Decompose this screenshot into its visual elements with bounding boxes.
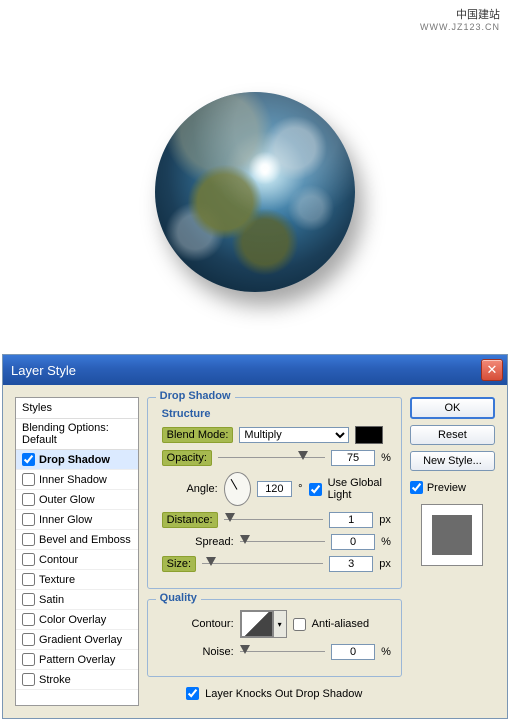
dialog-buttons: OK Reset New Style... Preview — [410, 397, 495, 706]
style-checkbox[interactable] — [22, 673, 35, 686]
anti-aliased-checkbox[interactable] — [293, 618, 306, 631]
style-label: Drop Shadow — [39, 454, 110, 466]
style-row-inner-shadow[interactable]: Inner Shadow — [16, 470, 138, 490]
style-label: Gradient Overlay — [39, 634, 122, 646]
globe-image — [155, 92, 355, 292]
style-checkbox[interactable] — [22, 613, 35, 626]
style-label: Texture — [39, 574, 75, 586]
watermark: 中国建站 WWW.JZ123.CN — [0, 0, 510, 32]
contour-label: Contour: — [162, 618, 234, 630]
spread-slider[interactable] — [240, 535, 325, 549]
style-checkbox[interactable] — [22, 493, 35, 506]
style-checkbox[interactable] — [22, 633, 35, 646]
watermark-line2: WWW.JZ123.CN — [10, 22, 500, 32]
noise-value[interactable]: 0 — [331, 644, 375, 660]
style-row-satin[interactable]: Satin — [16, 590, 138, 610]
anti-aliased-label: Anti-aliased — [312, 618, 369, 630]
spread-label: Spread: — [162, 536, 234, 548]
preview-checkbox[interactable] — [410, 481, 423, 494]
dialog-title: Layer Style — [11, 363, 76, 378]
quality-group: Quality Contour: ▾ Anti-aliased Noise: 0… — [147, 599, 402, 677]
style-row-outer-glow[interactable]: Outer Glow — [16, 490, 138, 510]
drop-shadow-group: Drop Shadow Structure Blend Mode: Multip… — [147, 397, 402, 589]
blending-options[interactable]: Blending Options: Default — [16, 419, 138, 450]
style-checkbox[interactable] — [22, 573, 35, 586]
opacity-unit: % — [381, 452, 391, 464]
quality-heading: Quality — [156, 592, 201, 604]
structure-heading: Structure — [162, 408, 391, 420]
style-checkbox[interactable] — [22, 453, 35, 466]
style-label: Pattern Overlay — [39, 654, 115, 666]
angle-value[interactable]: 120 — [257, 481, 293, 497]
shadow-color-swatch[interactable] — [355, 426, 383, 444]
spread-value[interactable]: 0 — [331, 534, 375, 550]
settings-panel: Drop Shadow Structure Blend Mode: Multip… — [147, 397, 402, 706]
opacity-value[interactable]: 75 — [331, 450, 375, 466]
opacity-label: Opacity: — [162, 450, 212, 466]
preview-thumbnail — [421, 504, 483, 566]
style-row-bevel-and-emboss[interactable]: Bevel and Emboss — [16, 530, 138, 550]
style-label: Inner Shadow — [39, 474, 107, 486]
styles-header[interactable]: Styles — [16, 398, 138, 419]
style-label: Outer Glow — [39, 494, 95, 506]
style-label: Stroke — [39, 674, 71, 686]
style-row-inner-glow[interactable]: Inner Glow — [16, 510, 138, 530]
style-checkbox[interactable] — [22, 533, 35, 546]
style-checkbox[interactable] — [22, 593, 35, 606]
size-unit: px — [379, 558, 391, 570]
distance-value[interactable]: 1 — [329, 512, 373, 528]
watermark-line1: 中国建站 — [10, 6, 500, 22]
distance-slider[interactable] — [224, 513, 324, 527]
noise-unit: % — [381, 646, 391, 658]
style-checkbox[interactable] — [22, 513, 35, 526]
style-label: Satin — [39, 594, 64, 606]
knockout-checkbox[interactable] — [186, 687, 199, 700]
style-label: Bevel and Emboss — [39, 534, 131, 546]
titlebar[interactable]: Layer Style ✕ — [3, 355, 507, 385]
use-global-light-label: Use Global Light — [328, 477, 391, 501]
layer-style-dialog: Layer Style ✕ Styles Blending Options: D… — [2, 354, 508, 719]
use-global-light-checkbox[interactable] — [309, 483, 322, 496]
style-checkbox[interactable] — [22, 653, 35, 666]
angle-unit: ° — [298, 483, 302, 495]
style-label: Contour — [39, 554, 78, 566]
size-slider[interactable] — [202, 557, 323, 571]
distance-label: Distance: — [162, 512, 218, 528]
chevron-down-icon[interactable]: ▾ — [273, 611, 286, 637]
styles-list: Styles Blending Options: Default Drop Sh… — [15, 397, 139, 706]
close-icon: ✕ — [487, 362, 498, 378]
knockout-label: Layer Knocks Out Drop Shadow — [205, 688, 362, 700]
size-label: Size: — [162, 556, 196, 572]
globe-preview — [0, 32, 510, 352]
style-checkbox[interactable] — [22, 473, 35, 486]
style-row-texture[interactable]: Texture — [16, 570, 138, 590]
blend-mode-select[interactable]: Multiply — [239, 427, 349, 443]
contour-swatch — [241, 611, 273, 637]
style-row-contour[interactable]: Contour — [16, 550, 138, 570]
style-label: Color Overlay — [39, 614, 106, 626]
style-row-drop-shadow[interactable]: Drop Shadow — [16, 450, 138, 470]
opacity-slider[interactable] — [218, 451, 325, 465]
style-label: Inner Glow — [39, 514, 92, 526]
style-row-gradient-overlay[interactable]: Gradient Overlay — [16, 630, 138, 650]
reset-button[interactable]: Reset — [410, 425, 495, 445]
style-checkbox[interactable] — [22, 553, 35, 566]
style-row-pattern-overlay[interactable]: Pattern Overlay — [16, 650, 138, 670]
panel-title: Drop Shadow — [156, 390, 235, 402]
style-row-stroke[interactable]: Stroke — [16, 670, 138, 690]
distance-unit: px — [379, 514, 391, 526]
angle-label: Angle: — [162, 483, 218, 495]
close-button[interactable]: ✕ — [481, 359, 503, 381]
blend-mode-label: Blend Mode: — [162, 427, 234, 443]
ok-button[interactable]: OK — [410, 397, 495, 419]
angle-dial[interactable] — [224, 472, 251, 506]
noise-label: Noise: — [162, 646, 234, 658]
size-value[interactable]: 3 — [329, 556, 373, 572]
spread-unit: % — [381, 536, 391, 548]
new-style-button[interactable]: New Style... — [410, 451, 495, 471]
preview-label: Preview — [427, 482, 466, 494]
noise-slider[interactable] — [240, 645, 325, 659]
contour-picker[interactable]: ▾ — [240, 610, 287, 638]
style-row-color-overlay[interactable]: Color Overlay — [16, 610, 138, 630]
